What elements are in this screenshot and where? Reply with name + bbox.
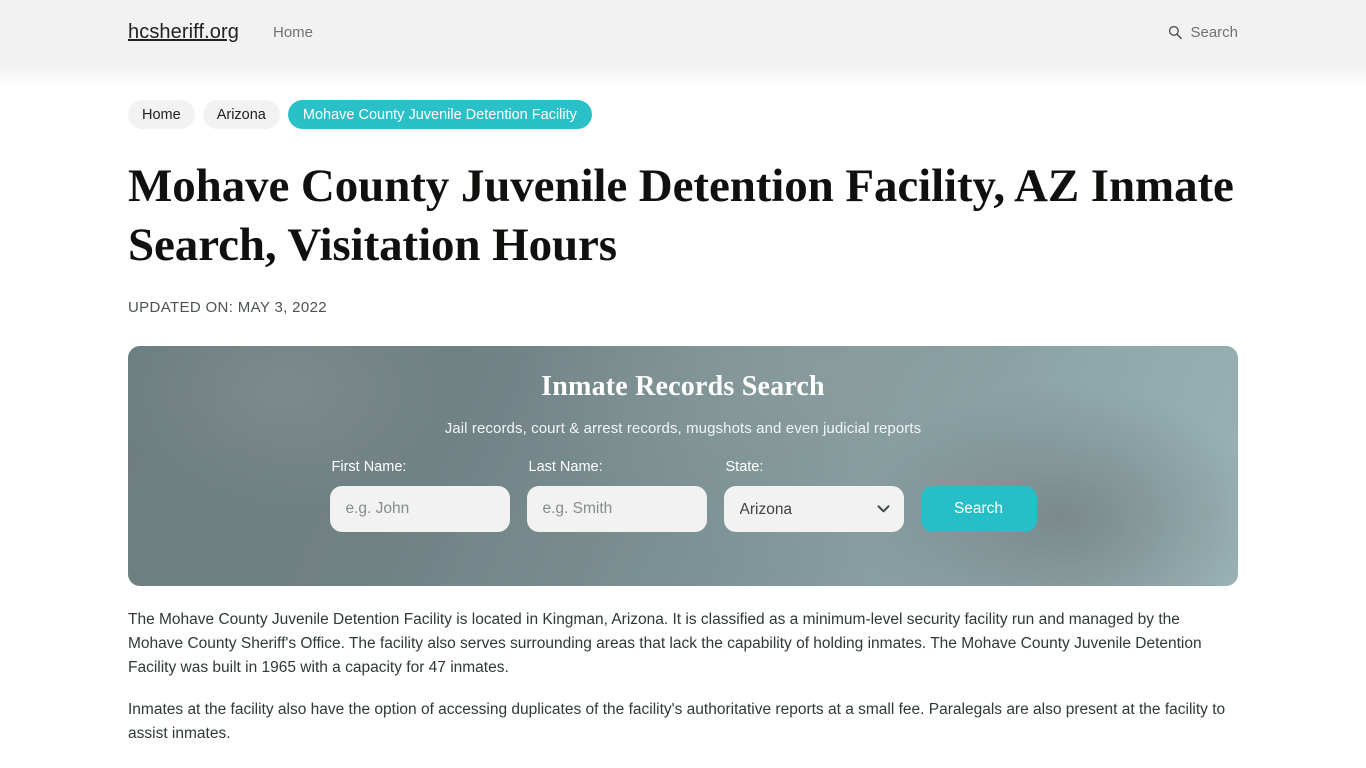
article-paragraph: Inmates at the facility also have the op… <box>128 701 1226 742</box>
updated-on-text: UPDATED ON: MAY 3, 2022 <box>128 299 327 316</box>
state-select[interactable]: Arizona <box>723 486 904 532</box>
state-field-group: State: Arizona <box>723 459 904 532</box>
primary-nav: Home <box>273 24 313 41</box>
search-icon <box>1168 25 1183 40</box>
inmate-search-form: First Name: Last Name: State: Arizona <box>128 459 1238 532</box>
first-name-label: First Name: <box>331 459 407 475</box>
header-search-label: Search <box>1190 24 1238 41</box>
last-name-field-group: Last Name: <box>526 459 707 532</box>
breadcrumb-item-current: Mohave County Juvenile Detention Facilit… <box>287 100 592 129</box>
site-header: hcsheriff.org Home Search <box>0 0 1366 87</box>
first-name-input[interactable] <box>329 486 510 532</box>
breadcrumb: Home Arizona Mohave County Juvenile Dete… <box>128 65 1238 129</box>
article-body: The Mohave County Juvenile Detention Fac… <box>128 608 1238 746</box>
last-name-input[interactable] <box>526 486 707 532</box>
inmate-records-search-panel: Inmate Records Search Jail records, cour… <box>128 346 1238 586</box>
breadcrumb-item-arizona[interactable]: Arizona <box>202 100 280 129</box>
last-name-label: Last Name: <box>528 459 603 475</box>
article-paragraph: The Mohave County Juvenile Detention Fac… <box>128 611 1202 676</box>
search-panel-title: Inmate Records Search <box>541 371 825 402</box>
state-label: State: <box>725 459 764 475</box>
page-container: Home Arizona Mohave County Juvenile Dete… <box>0 65 1366 746</box>
site-logo[interactable]: hcsheriff.org <box>128 21 239 44</box>
header-search-toggle[interactable]: Search <box>1168 24 1238 41</box>
search-panel-subtitle: Jail records, court & arrest records, mu… <box>444 420 922 437</box>
nav-item-home[interactable]: Home <box>273 24 313 41</box>
first-name-field-group: First Name: <box>329 459 510 532</box>
inmate-search-submit-button[interactable]: Search <box>920 486 1037 532</box>
breadcrumb-item-home[interactable]: Home <box>128 100 195 129</box>
page-title: Mohave County Juvenile Detention Facilit… <box>128 160 1234 271</box>
